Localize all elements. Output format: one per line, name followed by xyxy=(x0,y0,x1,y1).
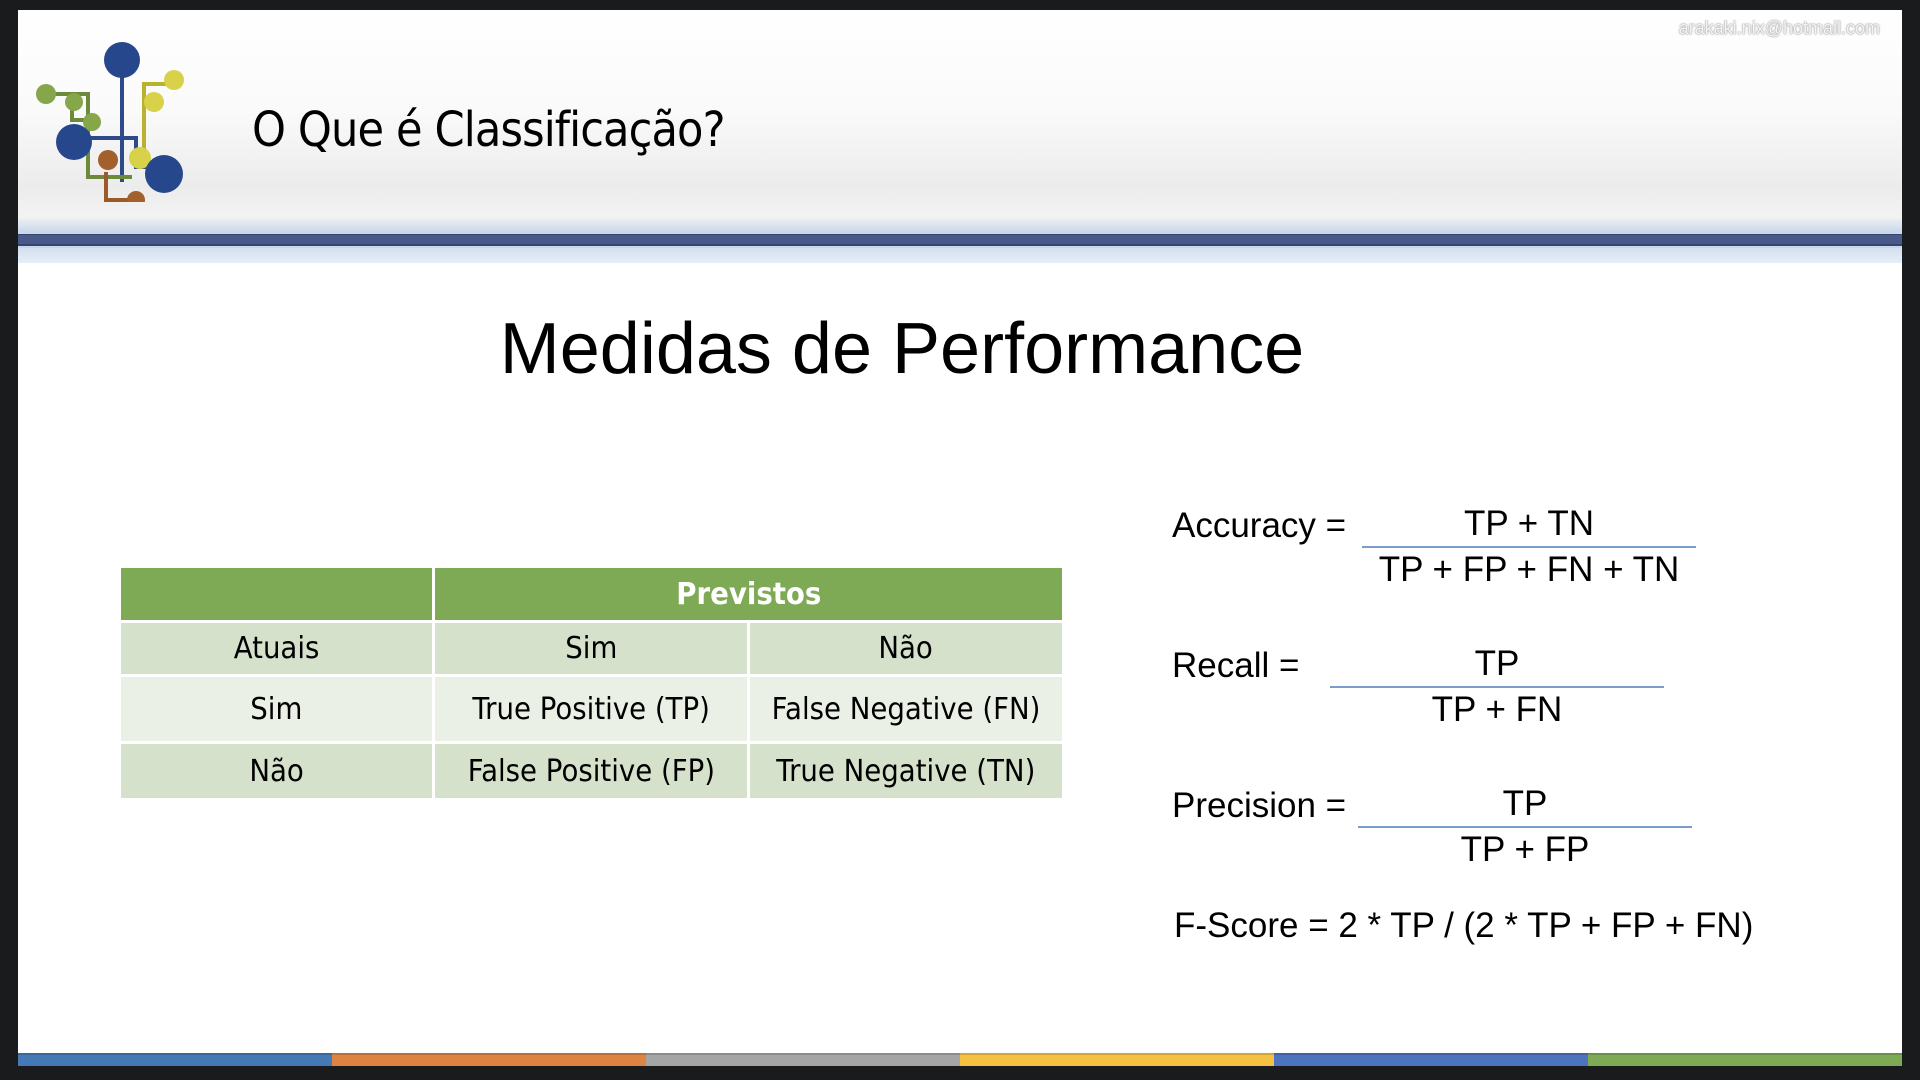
watermark-email: arakaki.nix@hotmail.com xyxy=(1678,18,1880,38)
cell-text: Sim xyxy=(564,631,618,666)
recall-denominator: TP + FN xyxy=(1431,690,1563,729)
table-cell: False Positive (FP) xyxy=(432,741,750,801)
precision-denominator: TP + FP xyxy=(1460,830,1590,869)
accuracy-denominator: TP + FP + FN + TN xyxy=(1378,550,1680,589)
table-cell: True Positive (TP) xyxy=(432,674,750,744)
cell-text: Não xyxy=(878,631,934,666)
table-row: Atuais Sim Não xyxy=(118,620,1065,677)
recall-label: Recall = xyxy=(1172,646,1300,685)
footer-segment-gray xyxy=(646,1053,960,1066)
confusion-matrix-table: Previstos Atuais Sim Não Sim True Positi… xyxy=(118,565,1065,801)
table-cell: True Negative (TN) xyxy=(747,741,1065,801)
cell-text: True Negative (TN) xyxy=(776,753,1036,789)
footer-color-bar xyxy=(18,1053,1902,1066)
cell-text: True Positive (TP) xyxy=(472,691,710,727)
slide: arakaki.nix@hotmail.com O Que é Classifi… xyxy=(18,10,1902,1066)
table-row: Não False Positive (FP) True Negative (T… xyxy=(118,741,1065,801)
precision-fraction: TP TP + FP xyxy=(1358,784,1692,870)
recall-fraction: TP TP + FN xyxy=(1330,644,1664,730)
cell-text: False Negative (FN) xyxy=(771,691,1041,727)
header-title: O Que é Classificação? xyxy=(252,102,726,158)
header-bar-glow xyxy=(18,248,1902,263)
accuracy-numerator: TP + TN xyxy=(1463,504,1594,543)
fraction-line xyxy=(1330,686,1664,688)
table-row: Sim True Positive (TP) False Negative (F… xyxy=(118,674,1065,744)
fraction-line xyxy=(1358,826,1692,828)
cell-text: Não xyxy=(249,753,304,789)
table-cell: Não xyxy=(118,741,435,801)
footer-segment-yellow xyxy=(960,1053,1274,1066)
recall-numerator: TP xyxy=(1474,644,1520,683)
fscore-formula: F-Score = 2 * TP / (2 * TP + FP + FN) xyxy=(1174,906,1754,945)
header-bar xyxy=(18,234,1902,246)
cell-text: Sim xyxy=(250,691,303,727)
table-cell: Sim xyxy=(118,674,435,744)
table-cell: False Negative (FN) xyxy=(747,674,1065,744)
table-header-label: Previstos xyxy=(675,576,822,612)
cell-text: False Positive (FP) xyxy=(467,753,715,789)
footer-segment-green xyxy=(1588,1053,1902,1066)
cell-text: Atuais xyxy=(233,631,320,666)
table-cell: Atuais xyxy=(118,620,435,677)
precision-label: Precision = xyxy=(1172,786,1347,825)
table-cell: Não xyxy=(747,620,1065,677)
table-cell: Sim xyxy=(432,620,750,677)
footer-segment-blue2 xyxy=(1274,1053,1588,1066)
footer-segment-orange xyxy=(332,1053,646,1066)
accuracy-fraction: TP + TN TP + FP + FN + TN xyxy=(1362,504,1696,590)
slide-title: Medidas de Performance xyxy=(499,309,1305,389)
fraction-line xyxy=(1362,546,1696,548)
logo-molecule-icon xyxy=(36,42,184,202)
table-header-cell xyxy=(118,565,435,623)
table-header-previstos: Previstos xyxy=(432,565,1065,623)
precision-numerator: TP xyxy=(1502,784,1548,823)
accuracy-label: Accuracy = xyxy=(1172,506,1347,545)
table-header-row: Previstos xyxy=(118,565,1065,623)
footer-segment-blue xyxy=(18,1053,332,1066)
